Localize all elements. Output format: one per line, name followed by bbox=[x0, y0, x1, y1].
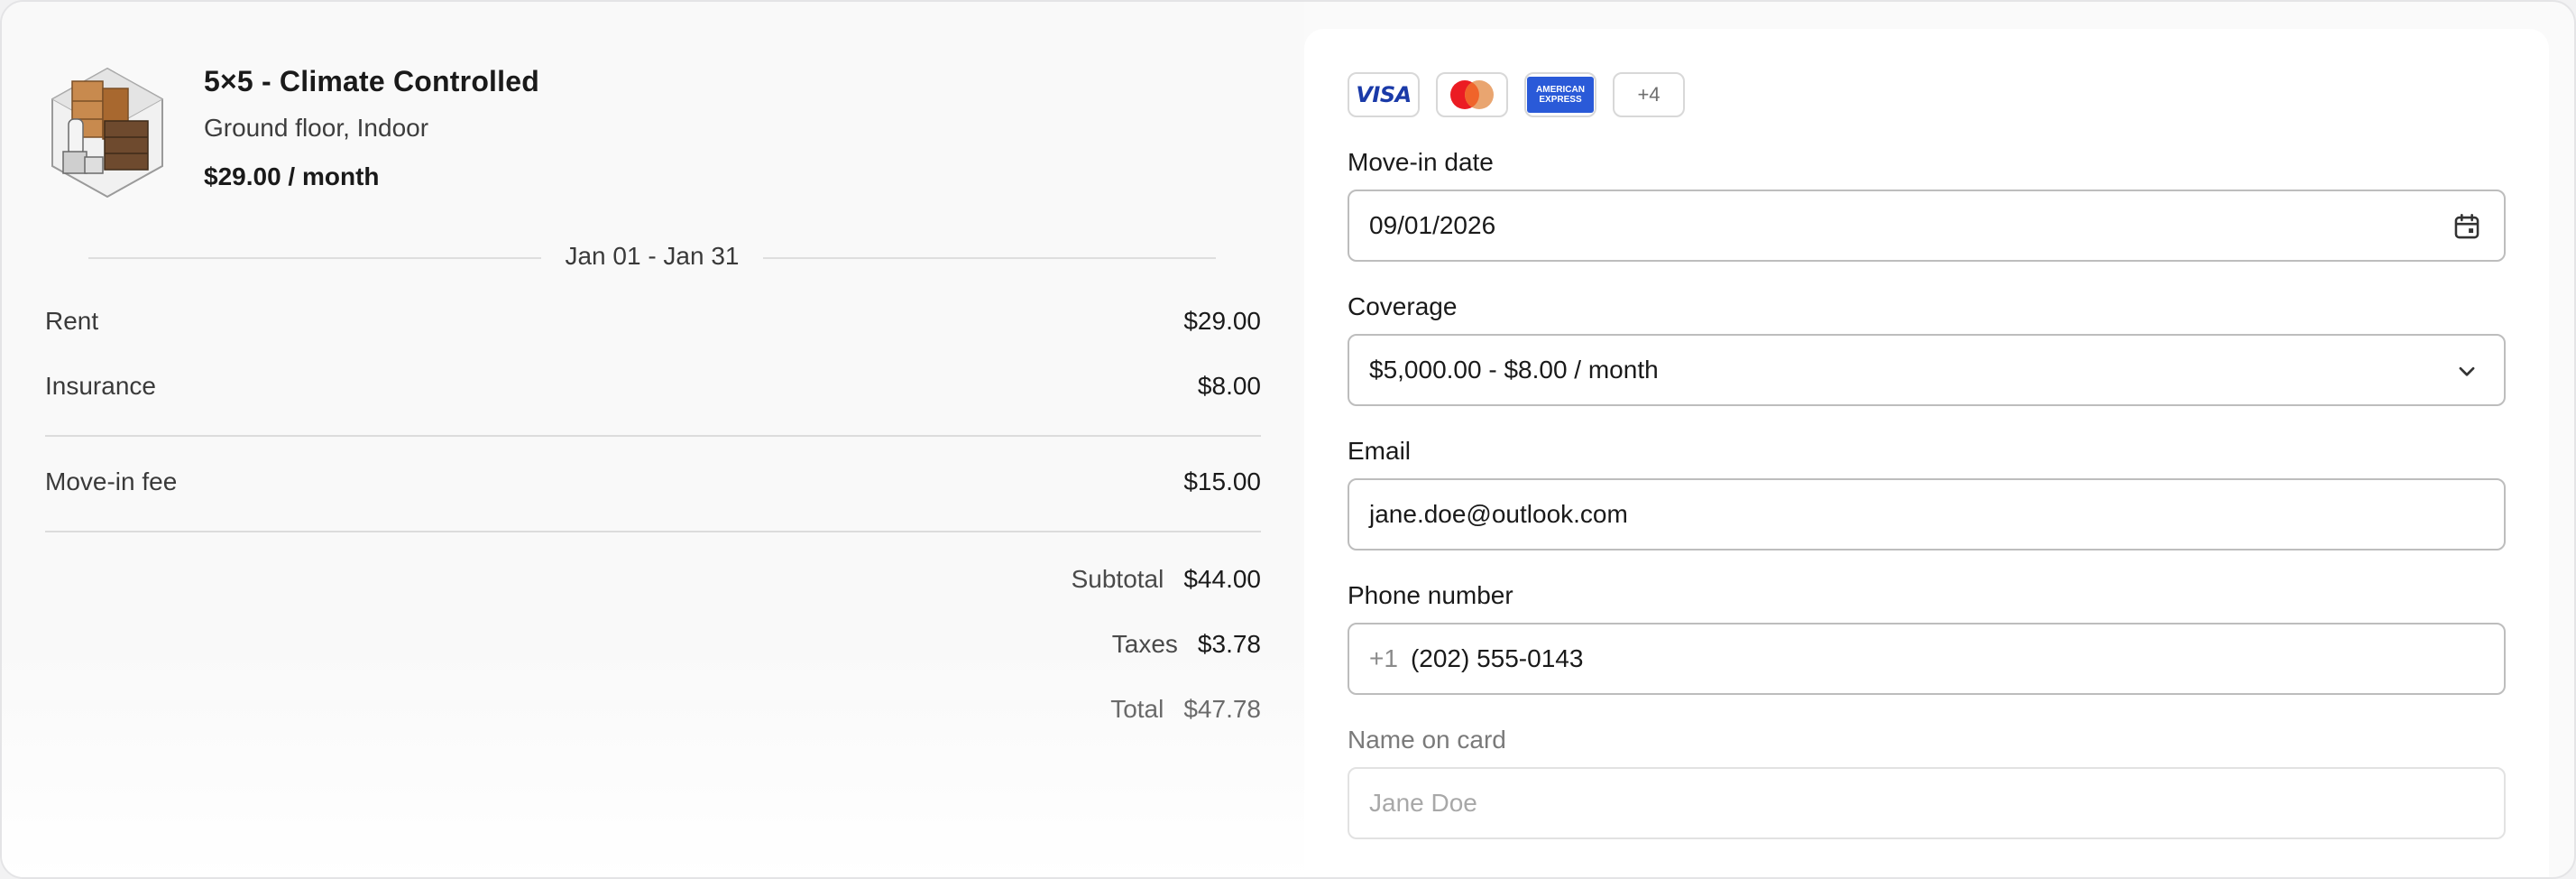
move-in-date-label: Move-in date bbox=[1348, 148, 1494, 176]
billing-period-label: Jan 01 - Jan 31 bbox=[565, 242, 740, 270]
coverage-select[interactable]: $5,000.00 - $8.00 / month bbox=[1348, 334, 2506, 406]
phone-number-input[interactable]: +1 (202) 555-0143 bbox=[1348, 623, 2506, 695]
subtotal-row: Subtotal $44.00 bbox=[1072, 565, 1261, 594]
email-label: Email bbox=[1348, 437, 1412, 465]
subtotal-value: $44.00 bbox=[1183, 565, 1261, 593]
billing-period: Jan 01 - Jan 31 bbox=[88, 242, 1216, 274]
amex-logo-text: AMERICAN bbox=[1536, 85, 1585, 95]
name-on-card-placeholder: Jane Doe bbox=[1369, 789, 1477, 817]
more-cards-badge: +4 bbox=[1613, 72, 1685, 117]
name-on-card-label: Name on card bbox=[1348, 726, 1506, 754]
storage-unit-icon bbox=[51, 67, 164, 199]
taxes-row: Taxes $3.78 bbox=[1112, 630, 1261, 659]
line-item-label: Move-in fee bbox=[45, 467, 178, 495]
move-in-date-value: 09/01/2026 bbox=[1369, 211, 1496, 239]
move-in-date-input[interactable]: 09/01/2026 bbox=[1348, 190, 2506, 262]
total-value: $47.78 bbox=[1183, 695, 1261, 723]
checkout-form-panel: VISA AMERICAN EXPRESS +4 Move-in date 09… bbox=[1304, 29, 2549, 877]
amex-logo-text: EXPRESS bbox=[1539, 95, 1582, 105]
line-item-label: Rent bbox=[45, 307, 99, 335]
phone-number-value: (202) 555-0143 bbox=[1410, 644, 1584, 672]
line-item-move-in-fee: Move-in fee $15.00 bbox=[45, 467, 1261, 496]
unit-price: $29.00 / month bbox=[204, 162, 380, 190]
chevron-down-icon[interactable] bbox=[2452, 356, 2482, 386]
order-summary-panel: 5×5 - Climate Controlled Ground floor, I… bbox=[2, 2, 1304, 877]
amex-card-icon: AMERICAN EXPRESS bbox=[1524, 72, 1596, 117]
total-row: Total $47.78 bbox=[1110, 695, 1261, 724]
subtotal-label: Subtotal bbox=[1071, 565, 1164, 593]
phone-number-label: Phone number bbox=[1348, 581, 1513, 609]
calendar-icon[interactable] bbox=[2452, 211, 2482, 242]
checkout-frame: 5×5 - Climate Controlled Ground floor, I… bbox=[0, 0, 2576, 879]
email-input[interactable]: jane.doe@outlook.com bbox=[1348, 478, 2506, 551]
line-item-insurance: Insurance $8.00 bbox=[45, 372, 1261, 401]
line-item-amount: $29.00 bbox=[1183, 307, 1261, 335]
coverage-selected-value: $5,000.00 - $8.00 / month bbox=[1369, 356, 1659, 384]
line-item-label: Insurance bbox=[45, 372, 156, 400]
phone-country-code: +1 bbox=[1369, 644, 1398, 672]
name-on-card-input[interactable]: Jane Doe bbox=[1348, 767, 2506, 839]
divider bbox=[45, 531, 1261, 532]
divider bbox=[45, 435, 1261, 437]
coverage-label: Coverage bbox=[1348, 292, 1458, 320]
visa-card-icon: VISA bbox=[1348, 72, 1420, 117]
taxes-value: $3.78 bbox=[1197, 630, 1261, 658]
taxes-label: Taxes bbox=[1111, 630, 1178, 658]
mastercard-logo bbox=[1450, 80, 1494, 109]
unit-location: Ground floor, Indoor bbox=[204, 114, 429, 142]
period-divider-right bbox=[763, 257, 1216, 259]
unit-title: 5×5 - Climate Controlled bbox=[204, 65, 539, 97]
mastercard-card-icon bbox=[1436, 72, 1508, 117]
visa-logo-text: VISA bbox=[1356, 82, 1412, 107]
email-value: jane.doe@outlook.com bbox=[1369, 500, 1628, 528]
more-cards-count: +4 bbox=[1637, 83, 1661, 106]
total-label: Total bbox=[1110, 695, 1164, 723]
accepted-cards: VISA AMERICAN EXPRESS +4 bbox=[1348, 72, 1685, 117]
line-item-amount: $15.00 bbox=[1183, 467, 1261, 495]
line-item-amount: $8.00 bbox=[1197, 372, 1261, 400]
line-item-rent: Rent $29.00 bbox=[45, 307, 1261, 336]
